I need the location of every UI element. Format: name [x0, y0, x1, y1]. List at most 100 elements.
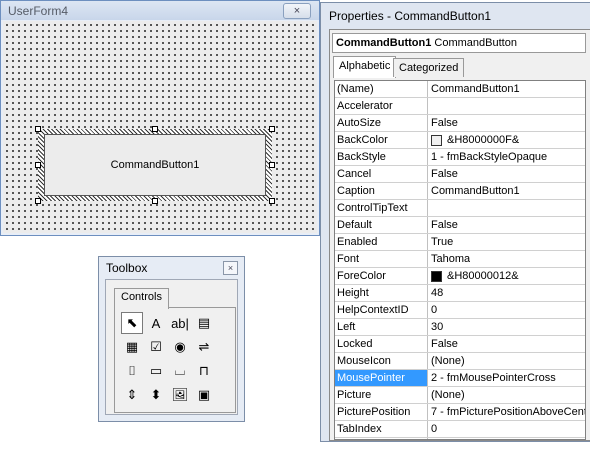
property-name[interactable]: ForeColor	[335, 268, 428, 284]
property-value[interactable]: False	[428, 166, 458, 182]
property-value[interactable]: 0	[428, 421, 437, 437]
resize-handle-left[interactable]	[35, 162, 41, 168]
property-row[interactable]: TabIndex 0	[335, 421, 585, 438]
combobox-tool[interactable]: ▤	[193, 312, 215, 334]
listbox-tool[interactable]: ▦	[121, 336, 143, 358]
property-value[interactable]: 1 - fmBackStyleOpaque	[428, 149, 547, 165]
property-name[interactable]: Enabled	[335, 234, 428, 250]
property-value[interactable]	[428, 200, 431, 216]
resize-handle-right[interactable]	[269, 162, 275, 168]
property-value[interactable]: 30	[428, 319, 443, 335]
image-tool[interactable]: 🖼	[169, 384, 191, 406]
property-value[interactable]: CommandButton1	[428, 81, 520, 97]
property-name[interactable]: PicturePosition	[335, 404, 428, 420]
resize-handle-top[interactable]	[152, 126, 158, 132]
checkbox-tool[interactable]: ☑	[145, 336, 167, 358]
userform-titlebar[interactable]: UserForm4 ×	[1, 1, 319, 20]
select-objects-tool[interactable]: ⬉	[121, 312, 143, 334]
property-row[interactable]: Height 48	[335, 285, 585, 302]
tabstrip-tool[interactable]: ⌴	[169, 360, 191, 382]
property-value[interactable]: Tahoma	[428, 251, 470, 267]
optionbutton-tool[interactable]: ◉	[169, 336, 191, 358]
property-value[interactable]: (None)	[428, 353, 465, 369]
property-name[interactable]: ControlTipText	[335, 200, 428, 216]
property-value[interactable]: False	[428, 115, 458, 131]
property-row[interactable]: BackStyle 1 - fmBackStyleOpaque	[335, 149, 585, 166]
toolbox-close-button[interactable]: ×	[223, 261, 238, 275]
multipage-tool[interactable]: ⊓	[193, 360, 215, 382]
property-value[interactable]: True	[428, 234, 453, 250]
property-name[interactable]: BackColor	[335, 132, 428, 148]
togglebutton-tool[interactable]: ⇌	[193, 336, 215, 358]
property-value[interactable]: False	[428, 336, 458, 352]
property-name[interactable]: Default	[335, 217, 428, 233]
property-row[interactable]: BackColor &H8000000F&	[335, 132, 585, 149]
resize-handle-bottom-left[interactable]	[35, 198, 41, 204]
property-value[interactable]: True	[428, 438, 453, 439]
refedit-tool[interactable]: ▣	[193, 384, 215, 406]
tab-controls[interactable]: Controls	[114, 288, 169, 309]
property-name[interactable]: Locked	[335, 336, 428, 352]
property-name[interactable]: TabIndex	[335, 421, 428, 437]
property-row[interactable]: AutoSize False	[335, 115, 585, 132]
property-value[interactable]: 7 - fmPicturePositionAboveCenter	[428, 404, 585, 420]
commandbutton-tool[interactable]: ▭	[145, 360, 167, 382]
property-name[interactable]: Left	[335, 319, 428, 335]
property-name[interactable]: Accelerator	[335, 98, 428, 114]
property-row[interactable]: MouseIcon (None)	[335, 353, 585, 370]
property-name[interactable]: AutoSize	[335, 115, 428, 131]
property-row[interactable]: Font Tahoma	[335, 251, 585, 268]
property-value[interactable]: &H8000000F&	[428, 132, 519, 148]
property-row[interactable]: ControlTipText	[335, 200, 585, 217]
property-name[interactable]: Cancel	[335, 166, 428, 182]
property-name[interactable]: TabStop	[335, 438, 428, 439]
resize-handle-top-left[interactable]	[35, 126, 41, 132]
property-row[interactable]: (Name) CommandButton1	[335, 81, 585, 98]
property-row[interactable]: Enabled True	[335, 234, 585, 251]
property-row[interactable]: MousePointer 2 - fmMousePointerCross	[335, 370, 585, 387]
toolbox-title: Toolbox	[106, 261, 148, 275]
property-name[interactable]: Picture	[335, 387, 428, 403]
property-name[interactable]: Height	[335, 285, 428, 301]
property-row[interactable]: Left 30	[335, 319, 585, 336]
label-tool[interactable]: A	[145, 312, 167, 334]
resize-handle-bottom-right[interactable]	[269, 198, 275, 204]
property-row[interactable]: TabStopTrue	[335, 438, 585, 439]
property-name[interactable]: HelpContextID	[335, 302, 428, 318]
property-row[interactable]: Cancel False	[335, 166, 585, 183]
property-name[interactable]: (Name)	[335, 81, 428, 97]
property-value[interactable]: 0	[428, 302, 437, 318]
property-name[interactable]: BackStyle	[335, 149, 428, 165]
property-row[interactable]: Picture (None)	[335, 387, 585, 404]
resize-handle-top-right[interactable]	[269, 126, 275, 132]
property-value[interactable]: False	[428, 217, 458, 233]
textbox-icon: ab|	[171, 315, 189, 331]
property-row[interactable]: Default False	[335, 217, 585, 234]
property-value[interactable]: &H80000012&	[428, 268, 519, 284]
resize-handle-bottom[interactable]	[152, 198, 158, 204]
userform-close-button[interactable]: ×	[283, 3, 311, 19]
property-name[interactable]: Caption	[335, 183, 428, 199]
scrollbar-tool[interactable]: ⇕	[121, 384, 143, 406]
property-name[interactable]: MousePointer	[335, 370, 428, 386]
property-row[interactable]: Locked False	[335, 336, 585, 353]
tab-categorized[interactable]: Categorized	[393, 58, 465, 77]
property-row[interactable]: PicturePosition 7 - fmPicturePositionAbov…	[335, 404, 585, 421]
textbox-tool[interactable]: ab|	[169, 312, 191, 334]
property-row[interactable]: Accelerator	[335, 98, 585, 115]
tab-alphabetic[interactable]: Alphabetic	[333, 56, 397, 78]
command-button[interactable]: CommandButton1	[44, 134, 266, 196]
frame-tool[interactable]: ⌷	[121, 360, 143, 382]
property-value[interactable]: (None)	[428, 387, 465, 403]
property-row[interactable]: Caption CommandButton1	[335, 183, 585, 200]
property-value[interactable]	[428, 98, 431, 114]
property-value[interactable]: CommandButton1	[428, 183, 520, 199]
property-row[interactable]: HelpContextID 0	[335, 302, 585, 319]
object-selector[interactable]: CommandButton1 CommandButton	[332, 33, 586, 53]
property-value[interactable]: 48	[428, 285, 443, 301]
property-row[interactable]: ForeColor &H80000012&	[335, 268, 585, 285]
property-value[interactable]: 2 - fmMousePointerCross	[428, 370, 556, 386]
property-name[interactable]: MouseIcon	[335, 353, 428, 369]
property-name[interactable]: Font	[335, 251, 428, 267]
spinbutton-tool[interactable]: ⬍	[145, 384, 167, 406]
